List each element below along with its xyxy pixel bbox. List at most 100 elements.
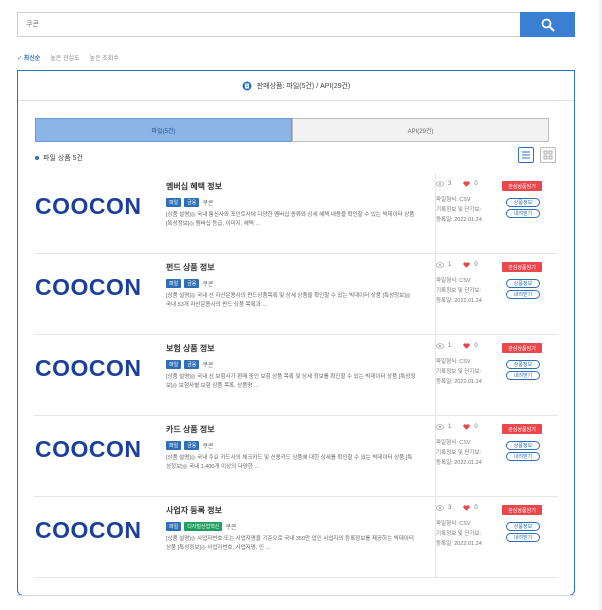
type-badge: 파일 (166, 522, 182, 531)
item-content: 사업자 등록 정보 파일 디지털산업혁신 쿠콘 [상품 설명]◎ 사업자번호 또… (166, 505, 416, 553)
item-content: 펀드 상품 정보 파일 금융 쿠콘 [상품 설명]◎ 국내 선 자산운용사의 펀… (166, 262, 416, 310)
product-info-button[interactable]: 상품정보 (506, 198, 540, 207)
item-description: [상품 설명]◎ 국내 선 자산운용사의 펀드상품목록 및 상세 상품을 확인할… (166, 293, 411, 308)
item-meta: 1 0 관심상품담기 파일형식: CSV 기록정보 및 단기보: 등록일: 20… (435, 416, 557, 496)
type-badge: 파일 (166, 198, 182, 207)
category-badge: 금융 (184, 198, 200, 207)
heart-icon[interactable] (463, 343, 471, 349)
item-description: [상품 설명]◎ 사업자번호 또는 사업자명을 기준으로 국내 350만 업인 … (166, 536, 414, 551)
view-count: 1 (448, 343, 452, 349)
tab-file[interactable]: 파일(5건) (35, 118, 292, 142)
item-title[interactable]: 사업자 등록 정보 (166, 505, 416, 516)
record-period: 기록정보 및 단기보: (436, 207, 482, 213)
download-button[interactable]: 내려받기 (506, 371, 540, 380)
item-stats: 1 0 (436, 343, 478, 349)
item-meta: 3 0 관심상품담기 파일형식: CSV 기록정보 및 단기보: 등록일: 20… (435, 497, 557, 577)
like-count: 0 (474, 505, 478, 511)
list-item: COOCON 사업자 등록 정보 파일 디지털산업혁신 쿠콘 [상품 설명]◎ … (35, 497, 557, 578)
file-format: 파일형식: CSV (436, 359, 471, 365)
svg-text:COOCON: COOCON (35, 276, 140, 298)
tabs: 파일(5건) API(29건) (35, 118, 549, 142)
item-title[interactable]: 펀드 상품 정보 (166, 262, 416, 273)
product-icon (242, 81, 252, 90)
product-info-button[interactable]: 상품정보 (506, 441, 540, 450)
coocon-logo: COOCON (35, 357, 140, 379)
sort-interest[interactable]: 높은 관심도 (50, 53, 79, 62)
search-button[interactable] (520, 12, 575, 37)
panel-header: 판매상품: 파일(5건) / API(29건) (18, 71, 574, 101)
product-info-button[interactable]: 상품정보 (506, 279, 540, 288)
like-count: 0 (474, 181, 478, 187)
add-interest-button[interactable]: 관심상품담기 (502, 343, 542, 353)
item-title[interactable]: 카드 상품 정보 (166, 424, 416, 435)
download-button[interactable]: 내려받기 (506, 533, 540, 542)
coocon-logo: COOCON (35, 195, 140, 217)
view-toggle (518, 147, 556, 163)
add-interest-button[interactable]: 관심상품담기 (502, 505, 542, 515)
item-info: 파일형식: CSV 기록정보 및 단기보: 등록일: 2022.01.24 (436, 357, 482, 387)
like-count: 0 (474, 424, 478, 430)
add-interest-button[interactable]: 관심상품담기 (502, 181, 542, 191)
record-period: 기록정보 및 단기보: (436, 531, 482, 537)
list-view-button[interactable] (518, 147, 534, 163)
svg-text:COOCON: COOCON (35, 438, 140, 460)
category-badge: 금융 (184, 360, 200, 369)
search-bar (17, 12, 575, 37)
item-badges: 파일 금융 쿠콘 (166, 198, 416, 207)
product-info-button[interactable]: 상품정보 (506, 360, 540, 369)
item-badges: 파일 금융 쿠콘 (166, 441, 416, 450)
sort-views[interactable]: 높은 조회수 (90, 53, 119, 62)
heart-icon[interactable] (463, 505, 471, 511)
item-title[interactable]: 보험 상품 정보 (166, 343, 416, 354)
record-period: 기록정보 및 단기보: (436, 450, 482, 456)
count-label: 파일 상품 5건 (43, 155, 83, 162)
list-item: COOCON 보험 상품 정보 파일 금융 쿠콘 [상품 설명]◎ 국내 선 보… (35, 335, 557, 416)
file-format: 파일형식: CSV (436, 440, 471, 446)
view-count: 1 (448, 262, 452, 268)
count-row: 파일 상품 5건 (35, 153, 83, 163)
product-info-button[interactable]: 상품정보 (506, 522, 540, 531)
grid-view-button[interactable] (540, 147, 556, 163)
list-item: COOCON 펀드 상품 정보 파일 금융 쿠콘 [상품 설명]◎ 국내 선 자… (35, 254, 557, 335)
provider-name: 쿠콘 (202, 363, 214, 369)
search-input[interactable] (18, 13, 522, 36)
list-item: COOCON 멤버십 혜택 정보 파일 금융 쿠콘 [상품 설명]◎ 국내 통신… (35, 173, 557, 254)
heart-icon[interactable] (463, 262, 471, 268)
coocon-logo: COOCON (35, 438, 140, 460)
panel-header-text: 판매상품: 파일(5건) / API(29건) (256, 82, 351, 90)
item-info: 파일형식: CSV 기록정보 및 단기보: 등록일: 2022.01.24 (436, 438, 482, 468)
provider-name: 쿠콘 (202, 201, 214, 207)
item-meta: 1 0 관심상품담기 파일형식: CSV 기록정보 및 단기보: 등록일: 20… (435, 335, 557, 415)
tab-api[interactable]: API(29건) (292, 118, 549, 142)
type-badge: 파일 (166, 360, 182, 369)
eye-icon (436, 505, 444, 511)
eye-icon (436, 181, 444, 187)
download-button[interactable]: 내려받기 (506, 290, 540, 299)
add-interest-button[interactable]: 관심상품담기 (502, 262, 542, 272)
heart-icon[interactable] (463, 181, 471, 187)
category-badge: 금융 (184, 279, 200, 288)
download-button[interactable]: 내려받기 (506, 452, 540, 461)
list-item: COOCON 카드 상품 정보 파일 금융 쿠콘 [상품 설명]◎ 국내 주요 … (35, 416, 557, 497)
item-title[interactable]: 멤버십 혜택 정보 (166, 181, 416, 192)
register-date: 등록일: 2022.01.24 (436, 217, 482, 223)
svg-text:COOCON: COOCON (35, 519, 140, 541)
file-format: 파일형식: CSV (436, 278, 471, 284)
item-meta: 1 0 관심상품담기 파일형식: CSV 기록정보 및 단기보: 등록일: 20… (435, 254, 557, 334)
bullet-icon (35, 156, 39, 160)
eye-icon (436, 343, 444, 349)
register-date: 등록일: 2022.01.24 (436, 460, 482, 466)
item-content: 멤버십 혜택 정보 파일 금융 쿠콘 [상품 설명]◎ 국내 통신사와 포인트사… (166, 181, 416, 229)
add-interest-button[interactable]: 관심상품담기 (502, 424, 542, 434)
heart-icon[interactable] (463, 424, 471, 430)
like-count: 0 (474, 343, 478, 349)
item-stats: 3 0 (436, 181, 478, 187)
view-count: 1 (448, 424, 452, 430)
register-date: 등록일: 2022.01.24 (436, 379, 482, 385)
download-button[interactable]: 내려받기 (506, 209, 540, 218)
sort-latest[interactable]: ✓ 최신순 (17, 53, 40, 62)
provider-name: 쿠콘 (202, 282, 214, 288)
type-badge: 파일 (166, 441, 182, 450)
item-content: 보험 상품 정보 파일 금융 쿠콘 [상품 설명]◎ 국내 선 보험사가 판매 … (166, 343, 416, 391)
record-period: 기록정보 및 단기보: (436, 369, 482, 375)
